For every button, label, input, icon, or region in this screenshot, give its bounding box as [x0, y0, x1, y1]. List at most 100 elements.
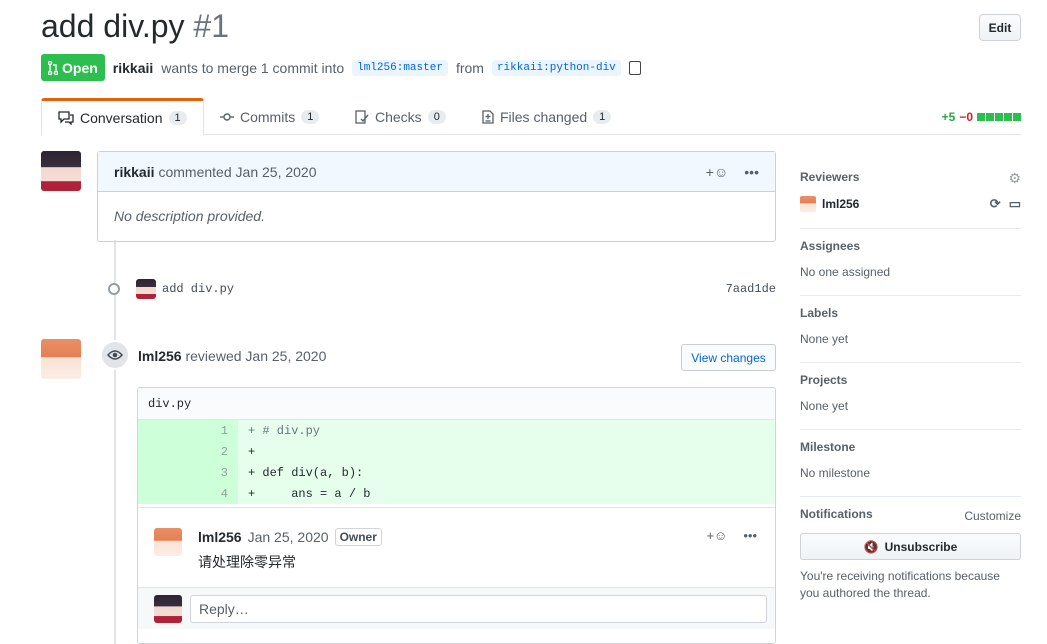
- pr-number: #1: [193, 8, 229, 44]
- eye-icon: [100, 340, 130, 370]
- avatar[interactable]: [41, 339, 81, 379]
- notification-reason: You're receiving notifications because y…: [800, 569, 1000, 600]
- re-request-icon[interactable]: ⟳: [990, 196, 1001, 212]
- base-branch[interactable]: lml256:master: [352, 59, 448, 76]
- inline-comment-date[interactable]: Jan 25, 2020: [248, 529, 329, 545]
- from-text: from: [455, 59, 484, 76]
- status-label: Open: [62, 59, 98, 76]
- projects-section: Projects None yet: [800, 363, 1021, 430]
- comment-actions: +☺ •••: [706, 164, 759, 180]
- review-action: reviewed: [185, 348, 242, 364]
- tab-label: Conversation: [80, 110, 163, 126]
- deletions-count: −0: [959, 110, 973, 124]
- inline-comment-header: lml256 Jan 25, 2020 Owner: [198, 528, 382, 546]
- head-branch[interactable]: rikkaii:python-div: [491, 59, 621, 76]
- commit-avatar[interactable]: [136, 279, 156, 299]
- gear-icon[interactable]: ⚙: [1008, 170, 1021, 187]
- commit-message[interactable]: add div.py: [162, 282, 234, 296]
- more-options-icon[interactable]: •••: [744, 164, 759, 180]
- more-options-icon[interactable]: •••: [743, 528, 757, 543]
- avatar: [154, 595, 182, 623]
- avatar[interactable]: [800, 196, 816, 212]
- customize-link[interactable]: Customize: [964, 509, 1021, 523]
- comment-date[interactable]: Jan 25, 2020: [236, 164, 317, 180]
- tab-conversation[interactable]: Conversation 1: [41, 98, 204, 136]
- pr-title: add div.py: [41, 8, 185, 44]
- pull-request-icon: [48, 60, 58, 75]
- milestone-value: No milestone: [800, 466, 871, 480]
- tab-commits[interactable]: Commits 1: [204, 98, 335, 135]
- avatar[interactable]: [154, 528, 182, 556]
- clipboard-icon[interactable]: [628, 60, 641, 75]
- diff-line: 4 + ans = a / b: [138, 483, 775, 504]
- diffstat-blocks: [977, 113, 1021, 121]
- unsubscribe-label: Unsubscribe: [884, 539, 958, 554]
- review-date[interactable]: Jan 25, 2020: [245, 348, 326, 364]
- comment-box: rikkaii commented Jan 25, 2020 +☺ ••• No…: [97, 151, 776, 242]
- commit-item: add div.py 7aad1de: [108, 279, 776, 299]
- comment-author[interactable]: rikkaii: [114, 164, 154, 180]
- reviewer-actions: ⟳ ▭: [990, 196, 1021, 212]
- pr-tabs: Conversation 1 Commits 1 Checks 0 Files …: [41, 98, 1021, 136]
- comment-header: rikkaii commented Jan 25, 2020 +☺ •••: [98, 152, 775, 192]
- commit-sha[interactable]: 7aad1de: [726, 282, 776, 296]
- tab-label: Commits: [240, 108, 296, 125]
- line-code: + # div.py: [248, 423, 321, 438]
- line-number[interactable]: 1: [138, 420, 238, 441]
- mute-icon: 🔇: [863, 539, 879, 554]
- additions-count: +5: [941, 110, 956, 124]
- tab-files-changed[interactable]: Files changed 1: [466, 98, 627, 135]
- comment-icon[interactable]: ▭: [1009, 196, 1021, 212]
- commit-icon: [220, 112, 234, 121]
- milestone-title[interactable]: Milestone: [800, 440, 1021, 454]
- tab-counter: 1: [301, 109, 320, 124]
- inline-comment: lml256 Jan 25, 2020 Owner 请处理除零异常 +☺ •••: [138, 507, 775, 587]
- tab-checks[interactable]: Checks 0: [339, 98, 462, 135]
- labels-value: None yet: [800, 332, 849, 346]
- status-badge: Open: [41, 54, 105, 81]
- milestone-section: Milestone No milestone: [800, 430, 1021, 497]
- avatar[interactable]: [41, 151, 81, 191]
- file-diff-icon: [482, 109, 494, 124]
- tab-counter: 0: [427, 109, 446, 124]
- tab-label: Checks: [375, 108, 422, 125]
- assignees-title[interactable]: Assignees: [800, 239, 1021, 253]
- merge-text: wants to merge 1 commit into: [161, 59, 345, 76]
- reviewers-title[interactable]: Reviewers: [800, 170, 1021, 184]
- line-code: + def div(a, b):: [248, 465, 364, 480]
- assignees-value: No one assigned: [800, 265, 891, 279]
- comment-action: commented: [158, 163, 232, 180]
- checklist-icon: [355, 109, 369, 124]
- projects-title[interactable]: Projects: [800, 373, 1021, 387]
- comment-body: No description provided.: [114, 208, 265, 224]
- add-reaction-icon[interactable]: +☺: [706, 164, 728, 180]
- labels-title[interactable]: Labels: [800, 306, 1021, 320]
- review-file: div.py 1 + # div.py 2 + 3 + def div(a, b…: [137, 387, 776, 644]
- add-reaction-icon[interactable]: +☺: [706, 528, 727, 543]
- commit-icon: [108, 283, 120, 295]
- review-header: lml256 reviewed Jan 25, 2020: [138, 348, 326, 364]
- line-number[interactable]: 4: [138, 483, 238, 504]
- line-code: + ans = a / b: [248, 486, 371, 501]
- view-changes-button[interactable]: View changes: [681, 344, 776, 371]
- sidebar: Reviewers ⚙ lml256 ⟳ ▭ Assignees No one …: [800, 160, 1021, 618]
- tab-label: Files changed: [500, 108, 588, 125]
- timeline-line: [114, 240, 116, 644]
- notifications-section: Notifications Customize 🔇 Unsubscribe Yo…: [800, 497, 1021, 618]
- reply-row: Reply…: [138, 587, 775, 629]
- edit-button[interactable]: Edit: [979, 14, 1021, 41]
- line-code: +: [248, 444, 256, 459]
- unsubscribe-button[interactable]: 🔇 Unsubscribe: [800, 533, 1021, 560]
- reviewer-item: lml256 ⟳ ▭: [800, 196, 1021, 212]
- page-title: add div.py #1: [41, 8, 229, 45]
- inline-comment-author[interactable]: lml256: [198, 529, 242, 545]
- labels-section: Labels None yet: [800, 296, 1021, 363]
- diff-line: 2 +: [138, 441, 775, 462]
- review-author[interactable]: lml256: [138, 348, 182, 364]
- line-number[interactable]: 3: [138, 462, 238, 483]
- author-link[interactable]: rikkaii: [113, 60, 153, 76]
- file-name[interactable]: div.py: [138, 388, 775, 420]
- reply-input[interactable]: Reply…: [190, 595, 767, 623]
- reviewer-name[interactable]: lml256: [822, 197, 859, 211]
- line-number[interactable]: 2: [138, 441, 238, 462]
